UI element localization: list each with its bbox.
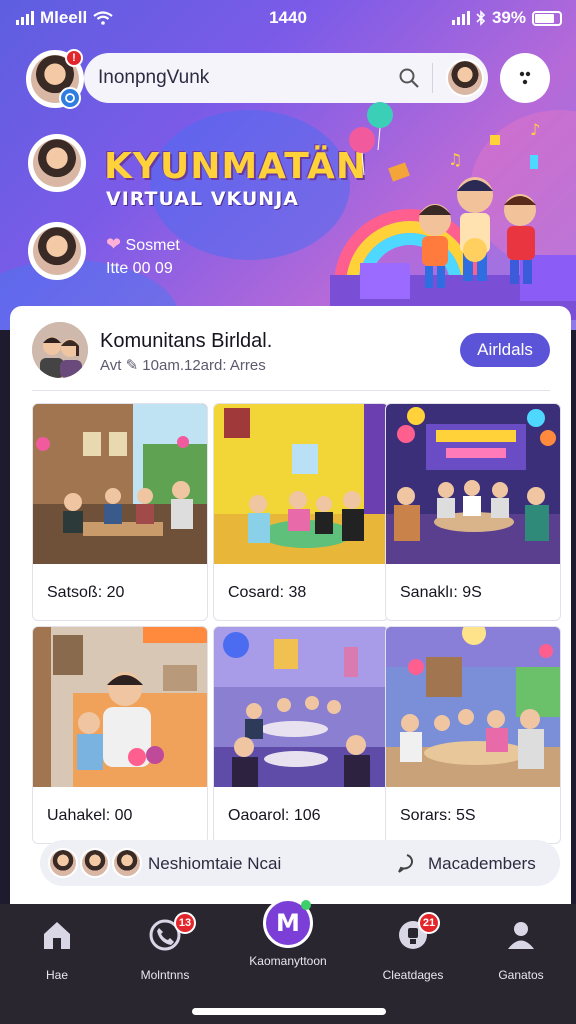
tile-caption: Oaoarol: 106 bbox=[228, 807, 321, 824]
room-tile[interactable]: Uahakel: 00 bbox=[32, 626, 208, 844]
music-note-icon: ♪ bbox=[530, 120, 540, 139]
online-dot bbox=[301, 900, 311, 910]
group-meta: Avt ✎ 10am.12ard: Arres bbox=[100, 357, 266, 374]
party-illustration: ♫ ♪ bbox=[330, 102, 576, 320]
room-photo bbox=[33, 627, 207, 787]
home-icon bbox=[44, 922, 70, 949]
avatar-photo bbox=[33, 227, 81, 275]
room-tile[interactable]: Satsoß: 20 bbox=[32, 403, 208, 621]
members-strip[interactable]: Neshiomtaie Ncai Macadembers bbox=[40, 840, 560, 886]
tab-messages[interactable]: 13 Molntnns bbox=[110, 912, 220, 982]
balloon-icon bbox=[349, 127, 375, 153]
room-photo bbox=[214, 627, 388, 787]
tab-label: Cleatdages bbox=[382, 968, 444, 982]
signal-icon bbox=[451, 11, 470, 25]
tile-caption: Cosard: 38 bbox=[228, 584, 307, 601]
hero-line1: ❤ Sosmet bbox=[106, 234, 180, 255]
status-bar: Mleell 1440 39% bbox=[0, 0, 576, 36]
search-input[interactable] bbox=[98, 65, 378, 91]
person-icon bbox=[508, 922, 534, 949]
tab-profile[interactable]: Ganatos bbox=[466, 918, 576, 982]
tab-home[interactable]: Hae bbox=[2, 918, 112, 982]
gift-box bbox=[360, 263, 410, 299]
group-name: Komunitans Birldal. bbox=[100, 330, 273, 352]
room-photo bbox=[33, 404, 207, 564]
member-avatar bbox=[48, 848, 78, 878]
sync-icon bbox=[59, 87, 81, 109]
tab-community[interactable]: M Kaomanyttoon bbox=[233, 898, 343, 968]
strip-left-text: Neshiomtaie Ncai bbox=[148, 854, 282, 873]
room-tile[interactable]: Cosard: 38 bbox=[213, 403, 389, 621]
room-photo bbox=[214, 404, 388, 564]
divider bbox=[32, 390, 550, 391]
balloon-icon bbox=[367, 102, 393, 128]
tab-label: Ganatos bbox=[498, 968, 544, 982]
tab-label: Molntnns bbox=[140, 968, 190, 982]
bluetooth-icon bbox=[476, 10, 486, 26]
avatar-photo bbox=[33, 139, 81, 187]
member-avatar bbox=[112, 848, 142, 878]
room-tile[interactable]: Sanaklı: 9S bbox=[385, 403, 561, 621]
battery-icon bbox=[532, 10, 562, 26]
tile-caption: Sorars: 5S bbox=[400, 807, 476, 824]
notification-badge: ! bbox=[65, 49, 83, 67]
tab-challenges[interactable]: 21 Cleatdages bbox=[358, 912, 468, 982]
battery-percent: 39% bbox=[491, 8, 526, 27]
hero-subtitle: VIRTUAL VKUNJA bbox=[106, 188, 299, 210]
home-indicator[interactable] bbox=[192, 1008, 386, 1015]
hero-line1-text: Sosmet bbox=[125, 237, 180, 254]
member-avatar[interactable] bbox=[28, 134, 86, 192]
community-card: Komunitans Birldal. Avt ✎ 10am.12ard: Ar… bbox=[10, 306, 571, 904]
bottom-tab-bar: Hae 13 Molntnns M Kaomanyttoon 21 Cleatd… bbox=[0, 898, 576, 1024]
hero-line2: Itte 00 09 bbox=[106, 260, 173, 277]
search-icon[interactable] bbox=[398, 67, 420, 89]
room-photo bbox=[386, 404, 560, 564]
room-tile[interactable]: Oaoarol: 106 bbox=[213, 626, 389, 844]
tile-caption: Satsoß: 20 bbox=[47, 584, 125, 601]
group-photo bbox=[32, 322, 88, 378]
tile-caption: Uahakel: 00 bbox=[47, 807, 133, 824]
search-divider bbox=[432, 63, 433, 93]
tab-badge: 13 bbox=[174, 912, 196, 934]
chat-icon[interactable] bbox=[396, 852, 418, 874]
group-avatar[interactable] bbox=[32, 322, 88, 378]
room-photo bbox=[386, 627, 560, 787]
confetti-icon bbox=[388, 162, 410, 182]
search-avatar[interactable] bbox=[446, 59, 484, 97]
tab-label: Hae bbox=[45, 968, 68, 982]
more-dots-icon bbox=[519, 71, 531, 85]
tab-label: Kaomanyttoon bbox=[249, 954, 327, 968]
member-avatar[interactable] bbox=[28, 222, 86, 280]
teddy-bear bbox=[463, 238, 487, 262]
confetti-icon bbox=[530, 155, 538, 169]
confetti-icon bbox=[490, 135, 500, 145]
join-button[interactable]: Airldals bbox=[460, 333, 550, 367]
tile-caption: Sanaklı: 9S bbox=[400, 584, 482, 601]
room-tile[interactable]: Sorars: 5S bbox=[385, 626, 561, 844]
strip-right-text[interactable]: Macadembers bbox=[428, 854, 536, 874]
profile-avatar[interactable]: ! bbox=[26, 49, 84, 109]
tab-badge: 21 bbox=[418, 912, 440, 934]
hero-title: KYUNMATÄN bbox=[104, 146, 367, 187]
music-note-icon: ♫ bbox=[448, 150, 462, 169]
heart-icon: ❤ bbox=[106, 234, 122, 254]
member-avatar bbox=[80, 848, 110, 878]
